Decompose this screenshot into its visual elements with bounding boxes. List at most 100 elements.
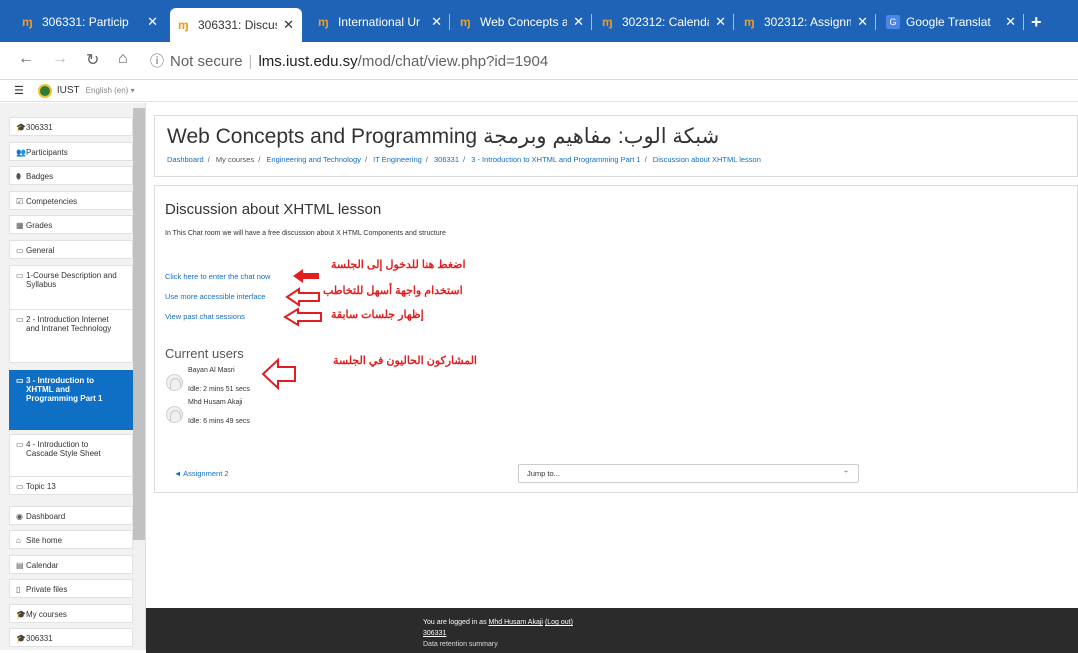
google-translate-icon: G: [886, 15, 900, 29]
folder-icon: ▭: [16, 440, 24, 449]
browser-tab[interactable]: ɱ 302312: Assignm ✕: [736, 6, 876, 38]
reload-icon[interactable]: ↻: [86, 50, 99, 70]
home-icon[interactable]: ⌂: [118, 50, 128, 68]
url-field[interactable]: ⓘ Not secure | lms.iust.edu.sy /mod/chat…: [150, 49, 1070, 73]
sidebar-item-general[interactable]: ▭ General: [9, 240, 133, 259]
sidebar-item-dashboard[interactable]: ◉ Dashboard: [9, 506, 133, 525]
moodle-icon: ɱ: [744, 15, 755, 29]
graduation-cap-icon: 🎓: [16, 123, 26, 132]
graduation-cap-icon: 🎓: [16, 634, 26, 643]
breadcrumb: Dashboard / My courses / Engineering and T…: [167, 155, 761, 164]
accessible-interface-link[interactable]: Use more accessible interface: [165, 292, 265, 301]
jump-to-select[interactable]: Jump to... ÷: [518, 464, 859, 483]
sidebar-item-section-4[interactable]: ▭ 4 - Introduction to Cascade Style Sheet: [9, 434, 133, 479]
folder-icon: ▭: [16, 482, 24, 491]
user-idle: Idle: 6 mins 49 secs: [188, 418, 250, 425]
file-icon: ▯: [16, 585, 21, 594]
back-arrow-icon[interactable]: ←: [18, 50, 34, 68]
annotation-current-users: المشاركون الحاليون في الجلسة: [333, 355, 477, 367]
browser-tab-active[interactable]: ɱ 306331: Discuss ✕: [170, 8, 302, 42]
activity-title: Discussion about XHTML lesson: [165, 201, 382, 218]
browser-tab[interactable]: ɱ 302312: Calenda ✕: [594, 6, 734, 38]
calendar-icon: ▤: [16, 561, 24, 570]
course-link[interactable]: 306331: [423, 630, 446, 637]
folder-icon: ▭: [16, 376, 24, 385]
new-tab-button[interactable]: +: [1031, 12, 1042, 33]
annotation-enter-chat: اضغط هنا للدخول إلى الجلسة: [331, 259, 466, 271]
user-profile-link[interactable]: Mhd Husam Akaji: [489, 619, 543, 626]
close-icon[interactable]: ✕: [715, 14, 726, 30]
table-icon: ▦: [16, 221, 24, 230]
close-icon[interactable]: ✕: [1005, 14, 1016, 30]
close-icon[interactable]: ✕: [283, 17, 294, 33]
select-caret-icon: ÷: [844, 469, 848, 476]
sidebar-item-calendar[interactable]: ▤ Calendar: [9, 555, 133, 574]
moodle-icon: ɱ: [460, 15, 471, 29]
tab-title: 306331: Discuss: [198, 18, 277, 32]
sidebar-item-topic-13[interactable]: ▭ Topic 13: [9, 476, 133, 495]
breadcrumb-item[interactable]: Discussion about XHTML lesson: [653, 155, 761, 164]
checkbox-icon: ☑: [16, 197, 24, 206]
page-footer: You are logged in as Mhd Husam Akaji (Lo…: [146, 608, 1078, 653]
close-icon[interactable]: ✕: [147, 14, 158, 30]
sidebar-item-section-1[interactable]: ▭ 1-Course Description and Syllabus: [9, 265, 133, 310]
users-icon: 👥: [16, 148, 26, 157]
browser-tab[interactable]: ɱ International Ur ✕: [310, 6, 450, 38]
close-icon[interactable]: ✕: [857, 14, 868, 30]
sidebar-item-private-files[interactable]: ▯ Private files: [9, 579, 133, 598]
sidebar-item-course[interactable]: 🎓306331: [9, 117, 133, 136]
language-selector[interactable]: English (en) ▾: [86, 86, 135, 95]
info-icon[interactable]: ⓘ: [150, 51, 164, 71]
site-logo[interactable]: [37, 83, 52, 98]
close-icon[interactable]: ✕: [573, 14, 584, 30]
close-icon[interactable]: ✕: [431, 14, 442, 30]
logout-link[interactable]: (Log out): [545, 619, 573, 626]
annotation-arrow-icon: [261, 358, 296, 390]
browser-tab[interactable]: ɱ 306331: Particip ✕: [14, 6, 166, 38]
sidebar-item-badges[interactable]: ⬮ Badges: [9, 166, 133, 185]
sidebar-item-section-2[interactable]: ▭ 2 - Introduction Internet and Intranet …: [9, 309, 133, 363]
sidebar-item-participants[interactable]: 👥Participants: [9, 142, 133, 161]
browser-tab-strip: ɱ 306331: Particip ✕ ɱ 306331: Discuss ✕…: [0, 0, 1078, 42]
tab-title: 302312: Calenda: [622, 15, 710, 29]
drawer-scroll-thumb[interactable]: [133, 108, 145, 540]
breadcrumb-item[interactable]: Dashboard: [167, 155, 204, 164]
previous-activity-link[interactable]: ◄ Assignment 2: [174, 469, 229, 478]
site-brand[interactable]: IUST: [57, 85, 80, 96]
sidebar-item-site-home[interactable]: ⌂ Site home: [9, 530, 133, 549]
sidebar-item-section-3[interactable]: ▭ 3 - Introduction to XHTML and Programmi…: [9, 370, 133, 430]
hamburger-menu-icon[interactable]: ☰: [14, 84, 24, 97]
tab-title: 302312: Assignm: [764, 15, 852, 29]
sidebar-item-course-link[interactable]: 🎓306331: [9, 628, 133, 647]
home-icon: ⌂: [16, 536, 21, 545]
security-label: Not secure: [170, 52, 243, 70]
browser-tab[interactable]: G Google Translat ✕: [878, 6, 1024, 38]
data-retention-link[interactable]: Data retention summary: [423, 641, 498, 648]
activity-card: Discussion about XHTML lesson In This Ch…: [154, 185, 1078, 493]
dashboard-icon: ◉: [16, 512, 23, 521]
user-name[interactable]: Bayan Al Masri: [188, 367, 235, 374]
current-users-heading: Current users: [165, 346, 244, 361]
breadcrumb-item[interactable]: 3 - Introduction to XHTML and Programmin…: [471, 155, 640, 164]
avatar[interactable]: [166, 406, 183, 423]
user-name[interactable]: Mhd Husam Akaji: [188, 399, 242, 406]
breadcrumb-item[interactable]: Engineering and Technology: [266, 155, 361, 164]
folder-icon: ▭: [16, 315, 24, 324]
url-path: /mod/chat/view.php?id=1904: [357, 52, 549, 70]
sidebar-item-grades[interactable]: ▦ Grades: [9, 215, 133, 234]
login-info: You are logged in as Mhd Husam Akaji (Lo…: [423, 619, 573, 626]
enter-chat-link[interactable]: Click here to enter the chat now: [165, 272, 270, 281]
folder-icon: ▭: [16, 246, 24, 255]
sidebar-item-my-courses[interactable]: 🎓My courses: [9, 604, 133, 623]
user-idle: Idle: 2 mins 51 secs: [188, 386, 250, 393]
nav-drawer: 🎓306331 👥Participants ⬮ Badges ☑ Competenc…: [0, 103, 146, 650]
forward-arrow-icon[interactable]: →: [52, 50, 68, 68]
avatar[interactable]: [166, 374, 183, 391]
breadcrumb-item[interactable]: 306331: [434, 155, 459, 164]
browser-tab[interactable]: ɱ Web Concepts a ✕: [452, 6, 592, 38]
breadcrumb-item[interactable]: IT Engineering: [373, 155, 422, 164]
past-sessions-link[interactable]: View past chat sessions: [165, 312, 245, 321]
sidebar-item-competencies[interactable]: ☑ Competencies: [9, 191, 133, 210]
annotation-accessible: استخدام واجهة أسهل للتخاطب: [323, 285, 463, 297]
page-header: Web Concepts and Programming شبكة الوب: …: [154, 115, 1078, 177]
